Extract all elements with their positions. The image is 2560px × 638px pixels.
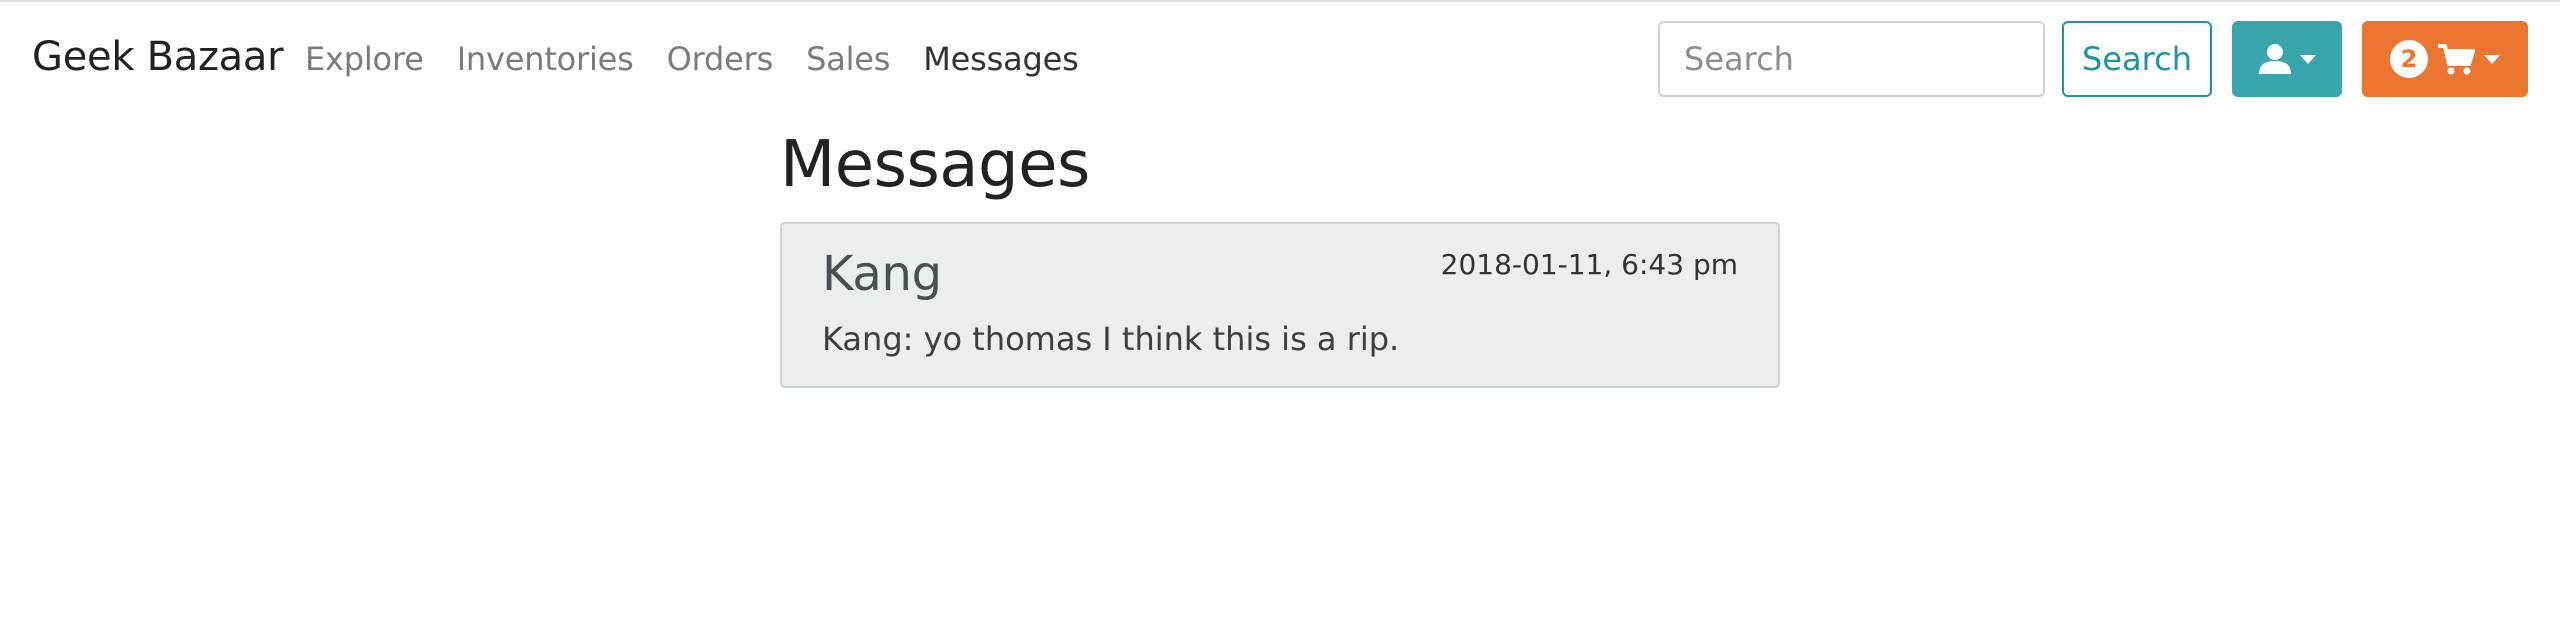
nav-link-sales[interactable]: Sales [806,40,890,78]
top-navbar: Geek Bazaar Explore Inventories Orders S… [0,2,2560,114]
chevron-down-icon [2484,54,2500,64]
nav-links: Explore Inventories Orders Sales Message… [305,40,1112,78]
message-card[interactable]: Kang 2018-01-11, 6:43 pm Kang: yo thomas… [780,222,1780,388]
user-icon [2259,44,2291,74]
nav-link-explore[interactable]: Explore [305,40,424,78]
search-button[interactable]: Search [2062,21,2212,97]
user-menu-button[interactable] [2232,21,2342,97]
search-input[interactable] [1658,21,2045,97]
nav-link-inventories[interactable]: Inventories [457,40,634,78]
chevron-down-icon [2300,54,2316,64]
page-title: Messages [780,128,1090,202]
cart-icon [2438,44,2475,75]
brand-link[interactable]: Geek Bazaar [32,34,284,80]
message-text: Kang: yo thomas I think this is a rip. [822,320,1400,358]
nav-link-orders[interactable]: Orders [667,40,774,78]
message-sender: Kang [822,246,942,302]
message-timestamp: 2018-01-11, 6:43 pm [1440,248,1738,281]
nav-link-messages[interactable]: Messages [923,40,1079,78]
cart-count-badge: 2 [2390,40,2428,78]
cart-menu-button[interactable]: 2 [2362,21,2528,97]
